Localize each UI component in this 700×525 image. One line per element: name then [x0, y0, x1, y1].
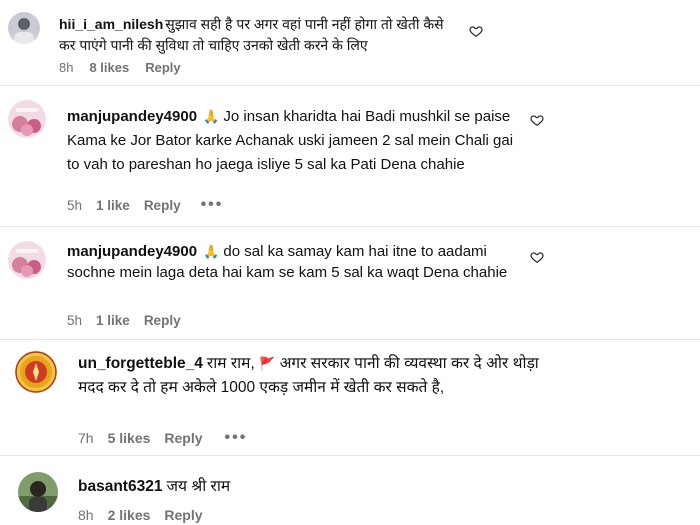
- red-flag-emoji: 🚩: [259, 356, 276, 371]
- comment-username[interactable]: manjupandey4900: [67, 108, 197, 125]
- comment-text: basant6321 जय श्री राम: [78, 476, 528, 498]
- avatar[interactable]: [8, 12, 40, 44]
- comment-time: 7h: [78, 430, 94, 446]
- comment-meta: 7h 5 likes Reply •••: [78, 429, 263, 447]
- comment-time: 5h: [67, 313, 83, 328]
- likes-count[interactable]: 2 likes: [108, 507, 151, 523]
- comment-item: manjupandey4900 🙏 do sal ka samay kam hai…: [0, 227, 700, 339]
- comment-meta: 5h 1 like Reply: [67, 313, 197, 328]
- likes-count[interactable]: 5 likes: [108, 430, 151, 446]
- comment-item: un_forgetteble_4 राम राम, 🚩 अगर सरकार पान…: [0, 340, 700, 455]
- reply-button[interactable]: Reply: [164, 507, 202, 523]
- likes-count[interactable]: 1 like: [96, 198, 130, 213]
- reply-button[interactable]: Reply: [145, 60, 180, 75]
- comment-item: basant6321 जय श्री राम 8h 2 likes Reply: [0, 456, 700, 525]
- avatar[interactable]: [18, 472, 58, 512]
- pray-emoji: 🙏: [203, 244, 220, 259]
- comment-time: 8h: [59, 60, 74, 75]
- comment-prefix: राम राम,: [206, 355, 255, 372]
- comment-item: hii_i_am_nilesh सुझाव सही है पर अगर वहां …: [0, 0, 700, 85]
- comment-text: hii_i_am_nilesh सुझाव सही है पर अगर वहां …: [59, 14, 459, 56]
- comment-meta: 8h 2 likes Reply: [78, 507, 219, 523]
- more-options-icon[interactable]: •••: [201, 196, 224, 214]
- comment-username[interactable]: basant6321: [78, 478, 162, 495]
- comment-username[interactable]: manjupandey4900: [67, 243, 197, 260]
- deity-badge-icon: [15, 351, 57, 393]
- user-photo-icon: [8, 12, 40, 44]
- comment-time: 8h: [78, 507, 94, 523]
- avatar[interactable]: [8, 241, 46, 279]
- reply-button[interactable]: Reply: [164, 430, 202, 446]
- flower-photo-icon: [8, 100, 46, 138]
- likes-count[interactable]: 1 like: [96, 313, 130, 328]
- pray-emoji: 🙏: [203, 109, 220, 124]
- comment-time: 5h: [67, 197, 83, 213]
- avatar[interactable]: [15, 351, 57, 393]
- reply-button[interactable]: Reply: [144, 313, 181, 328]
- comment-meta: 5h 1 like Reply •••: [67, 196, 239, 214]
- user-photo-icon: [18, 472, 58, 512]
- comment-text: un_forgetteble_4 राम राम, 🚩 अगर सरकार पान…: [78, 352, 548, 400]
- comment-text: manjupandey4900 🙏 do sal ka samay kam hai…: [67, 241, 522, 283]
- comment-meta: 8h 8 likes Reply: [59, 60, 197, 75]
- like-heart-icon[interactable]: [530, 250, 544, 264]
- like-heart-icon[interactable]: [530, 113, 544, 127]
- comment-text: manjupandey4900 🙏 Jo insan kharidta hai B…: [67, 105, 522, 177]
- comment-body: जय श्री राम: [166, 478, 231, 495]
- comment-username[interactable]: un_forgetteble_4: [78, 355, 203, 372]
- flower-photo-icon: [8, 241, 46, 279]
- like-heart-icon[interactable]: [469, 24, 483, 38]
- comment-username[interactable]: hii_i_am_nilesh: [59, 16, 163, 32]
- avatar[interactable]: [8, 100, 46, 138]
- comment-item: manjupandey4900 🙏 Jo insan kharidta hai B…: [0, 86, 700, 226]
- more-options-icon[interactable]: •••: [225, 429, 248, 447]
- reply-button[interactable]: Reply: [144, 198, 181, 213]
- likes-count[interactable]: 8 likes: [89, 60, 129, 75]
